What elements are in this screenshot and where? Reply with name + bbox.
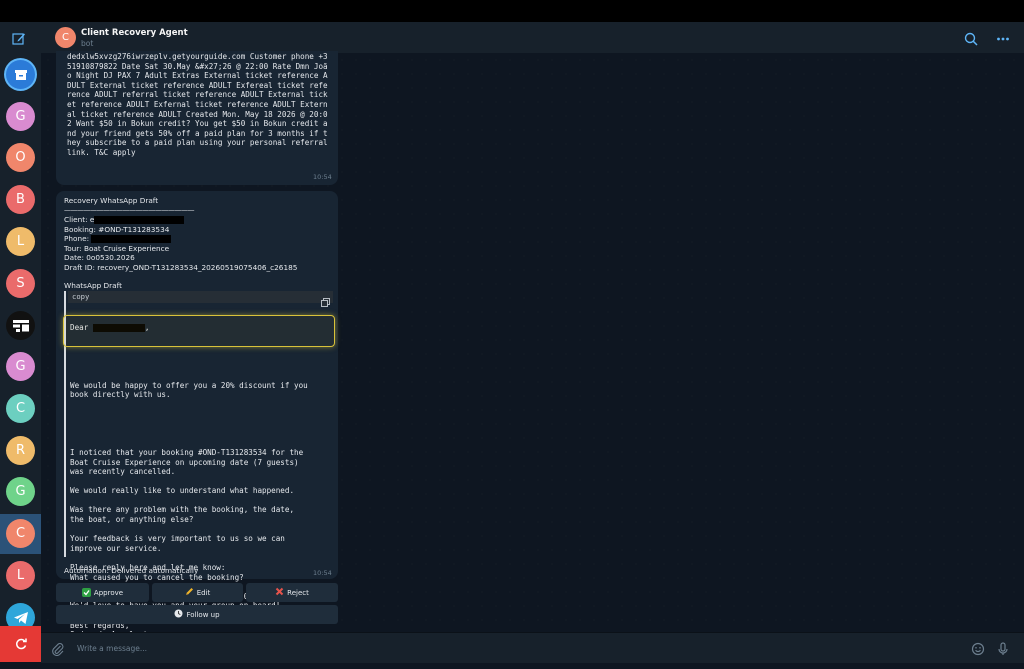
chat-subtitle: bot xyxy=(81,39,94,48)
avatar-letter: R xyxy=(15,443,26,458)
automation-status: Automation: Delivered automatically xyxy=(64,566,199,575)
client-label: Client: xyxy=(64,215,90,224)
highlight-box xyxy=(63,315,335,347)
draft-id: Draft ID: recovery_OND-T131283534_202605… xyxy=(64,262,298,272)
top-bar xyxy=(0,0,1024,22)
discount-offer-text: We would be happy to offer you a 20% dis… xyxy=(70,380,308,400)
check-icon xyxy=(81,588,91,597)
clock-icon xyxy=(174,609,183,620)
archive-avatar[interactable] xyxy=(6,60,35,89)
cross-icon xyxy=(275,587,284,598)
message-area: dedxlw5xvzg276iwrzeplv.getyourguide.com … xyxy=(41,51,1024,649)
chat-avatar-3[interactable]: B xyxy=(6,185,35,214)
avatar-letter: B xyxy=(16,192,25,207)
emoji-icon[interactable] xyxy=(971,641,985,660)
chat-header-avatar[interactable]: C xyxy=(55,27,76,48)
brand-logo-icon xyxy=(12,319,29,332)
chat-avatar-10[interactable]: L xyxy=(6,561,35,590)
chat-avatar-selected[interactable]: C xyxy=(6,519,35,548)
tour-date: Date: 0o0530.2026 xyxy=(64,253,135,263)
chat-avatar-1[interactable]: G xyxy=(6,102,35,131)
phone-label: Phone: xyxy=(64,234,92,244)
divider-line: ———————————————————— xyxy=(64,206,195,214)
edit-label: Edit xyxy=(196,588,211,597)
approve-label: Approve xyxy=(93,588,124,597)
message-text: dedxlw5xvzg276iwrzeplv.getyourguide.com … xyxy=(67,52,333,157)
chat-avatar-8[interactable]: R xyxy=(6,436,35,465)
microphone-icon[interactable] xyxy=(996,641,1010,660)
avatar-letter: G xyxy=(15,109,26,124)
brand-logo-avatar[interactable] xyxy=(6,311,35,340)
message-bubble: dedxlw5xvzg276iwrzeplv.getyourguide.com … xyxy=(56,51,338,185)
whatsapp-draft-label: WhatsApp Draft xyxy=(64,281,122,290)
draft-message-bubble: Recovery WhatsApp Draft ————————————————… xyxy=(56,191,338,649)
chat-avatar-9[interactable]: G xyxy=(6,477,35,506)
chat-header: C Client Recovery Agent bot xyxy=(41,22,1024,54)
avatar-letter: G xyxy=(15,359,26,374)
approve-button[interactable]: Approve xyxy=(56,583,149,602)
chat-title[interactable]: Client Recovery Agent xyxy=(81,28,188,38)
reject-label: Reject xyxy=(287,588,309,597)
avatar-letter: C xyxy=(62,32,69,43)
attach-icon[interactable] xyxy=(51,641,65,660)
avatar-letter: L xyxy=(16,234,25,249)
edit-button[interactable]: Edit xyxy=(152,583,243,602)
tour-name: Tour: Boat Cruise Experience xyxy=(64,243,170,253)
copy-icon[interactable] xyxy=(321,292,330,307)
message-time: 10:54 xyxy=(313,569,332,577)
follow-up-label: Follow up xyxy=(186,610,220,619)
copy-label: copy xyxy=(72,292,90,301)
chat-avatar-2[interactable]: O xyxy=(6,143,35,172)
avatar-letter: C xyxy=(15,401,26,416)
archive-icon xyxy=(14,69,27,80)
refresh-icon xyxy=(15,638,27,650)
avatar-letter: S xyxy=(16,276,25,291)
copy-bar[interactable]: copy xyxy=(68,291,333,307)
code-block: copy Dear , We would be happy to offer y… xyxy=(63,291,335,649)
avatar-letter: O xyxy=(15,150,26,165)
telegram-icon xyxy=(13,611,28,624)
redacted-client xyxy=(94,216,185,224)
booking-details: Client: e Booking: #OND-T131283534 Phone… xyxy=(64,215,297,273)
follow-up-button[interactable]: Follow up xyxy=(56,605,338,624)
chat-list-rail: G O B L S G C R G C L xyxy=(0,22,42,662)
pencil-icon xyxy=(185,587,194,598)
reject-button[interactable]: Reject xyxy=(246,583,338,602)
booking-ref: Booking: #OND-T131283534 xyxy=(64,224,170,234)
avatar-letter: C xyxy=(15,526,26,541)
search-icon[interactable] xyxy=(964,31,978,50)
chat-avatar-4[interactable]: L xyxy=(6,227,35,256)
message-composer: Write a message... xyxy=(41,632,1024,663)
chat-avatar-5[interactable]: S xyxy=(6,269,35,298)
draft-title: Recovery WhatsApp Draft xyxy=(64,196,159,205)
chat-avatar-6[interactable]: G xyxy=(6,352,35,381)
compose-icon[interactable] xyxy=(12,31,28,47)
avatar-letter: L xyxy=(16,568,25,583)
refresh-button[interactable] xyxy=(0,626,41,662)
message-input[interactable]: Write a message... xyxy=(77,644,147,653)
avatar-letter: G xyxy=(15,484,26,499)
redacted-phone xyxy=(91,235,172,244)
message-time: 10:54 xyxy=(313,173,332,181)
more-options-icon[interactable] xyxy=(996,31,1010,50)
chat-avatar-7[interactable]: C xyxy=(6,394,35,423)
